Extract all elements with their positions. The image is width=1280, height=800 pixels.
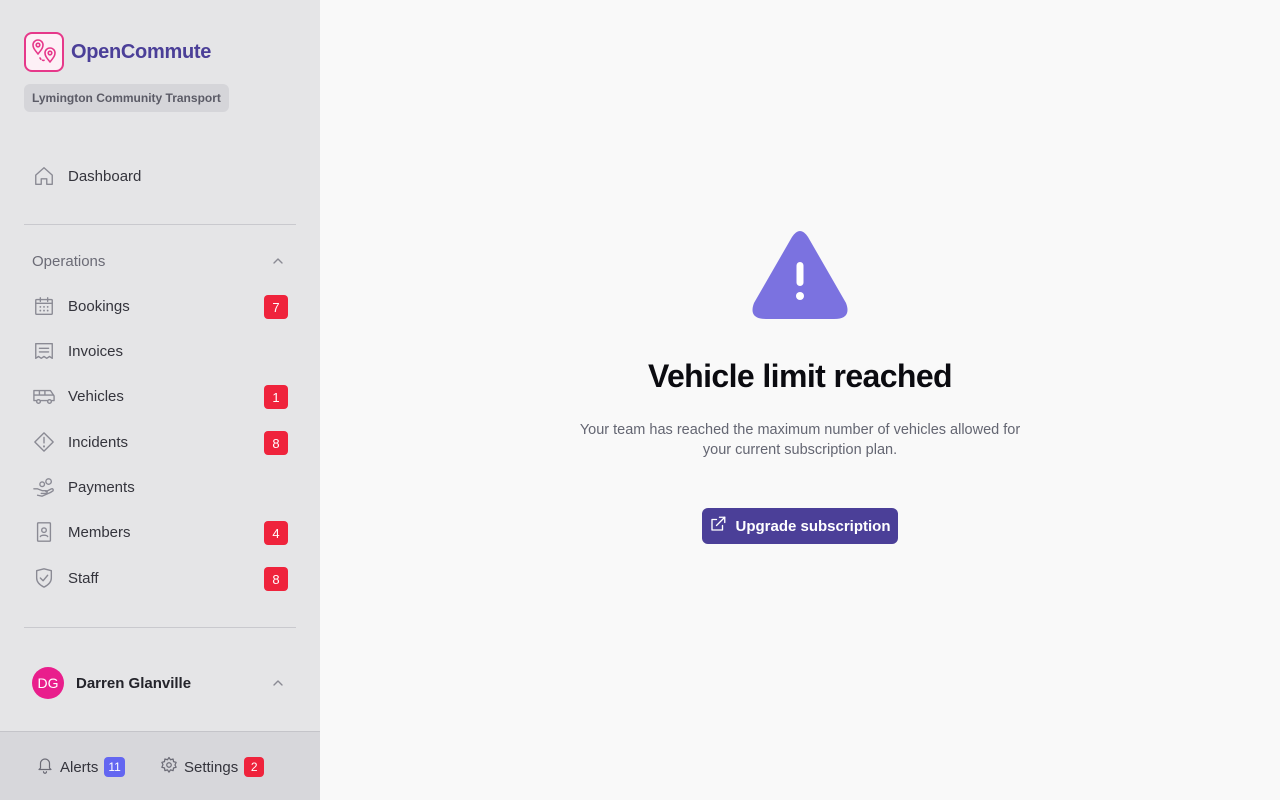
page-title: Vehicle limit reached xyxy=(648,358,953,394)
nav-item-label: Payments xyxy=(68,478,135,496)
warning-diamond-icon xyxy=(24,422,64,462)
nav-item-label: Members xyxy=(68,523,131,541)
nav-item-staff[interactable]: Staff 8 xyxy=(24,558,296,598)
divider xyxy=(24,627,296,628)
nav-item-label: Invoices xyxy=(68,342,124,360)
divider xyxy=(24,224,296,225)
settings-button[interactable]: Settings 2 xyxy=(160,755,265,779)
receipt-icon xyxy=(24,331,64,371)
brand-name: OpenCommute xyxy=(71,40,212,63)
warning-triangle-icon xyxy=(750,229,850,326)
nav-item-label: Dashboard xyxy=(68,167,142,185)
nav-item-invoices[interactable]: Invoices xyxy=(24,331,296,371)
avatar: DG xyxy=(32,667,64,699)
alerts-count-badge: 11 xyxy=(104,757,125,777)
bus-icon xyxy=(24,376,64,416)
settings-count-badge: 2 xyxy=(244,757,265,777)
nav-item-bookings[interactable]: Bookings 7 xyxy=(24,286,296,326)
main-content: Vehicle limit reached Your team has reac… xyxy=(320,0,1280,800)
count-badge: 1 xyxy=(264,385,288,409)
nav-item-incidents[interactable]: Incidents 8 xyxy=(24,422,296,462)
calendar-icon xyxy=(24,286,64,326)
nav-item-dashboard[interactable]: Dashboard xyxy=(24,156,296,196)
nav-item-label: Staff xyxy=(68,569,99,587)
gear-icon xyxy=(160,756,178,779)
sidebar: OpenCommute Lymington Community Transpor… xyxy=(0,0,320,800)
description-line-2: your current subscription plan. xyxy=(702,442,898,458)
nav-item-label: Incidents xyxy=(68,433,129,451)
chevron-up-icon xyxy=(270,675,286,696)
alerts-label: Alerts xyxy=(60,758,99,776)
nav-item-label: Vehicles xyxy=(68,387,124,405)
limit-description: Your team has reached the maximum number… xyxy=(560,420,1040,460)
brand[interactable]: OpenCommute xyxy=(24,32,211,72)
count-badge: 8 xyxy=(264,567,288,591)
chevron-up-icon xyxy=(270,253,286,274)
section-label: Operations xyxy=(32,252,106,270)
upgrade-button-label: Upgrade subscription xyxy=(735,517,891,535)
user-name: Darren Glanville xyxy=(76,674,192,692)
count-badge: 7 xyxy=(264,295,288,319)
bell-icon xyxy=(36,756,54,779)
upgrade-subscription-button[interactable]: Upgrade subscription xyxy=(702,508,898,544)
sidebar-footer: Alerts 11 Settings 2 xyxy=(0,731,320,800)
nav-item-label: Bookings xyxy=(68,297,130,315)
section-header-operations[interactable]: Operations xyxy=(24,244,296,278)
count-badge: 4 xyxy=(264,521,288,545)
map-pins-icon xyxy=(24,32,64,72)
nav-item-payments[interactable]: Payments xyxy=(24,467,296,507)
shield-check-icon xyxy=(24,558,64,598)
external-link-icon xyxy=(709,515,727,537)
id-badge-icon xyxy=(24,512,64,552)
alerts-button[interactable]: Alerts 11 xyxy=(36,755,125,779)
settings-label: Settings xyxy=(184,758,239,776)
organization-badge[interactable]: Lymington Community Transport xyxy=(24,84,229,112)
count-badge: 8 xyxy=(264,431,288,455)
hand-coins-icon xyxy=(24,467,64,507)
description-line-1: Your team has reached the maximum number… xyxy=(579,422,1021,438)
nav-item-members[interactable]: Members 4 xyxy=(24,512,296,552)
nav-item-vehicles[interactable]: Vehicles 1 xyxy=(24,376,296,416)
home-icon xyxy=(24,156,64,196)
user-menu[interactable]: DG Darren Glanville xyxy=(24,662,296,704)
